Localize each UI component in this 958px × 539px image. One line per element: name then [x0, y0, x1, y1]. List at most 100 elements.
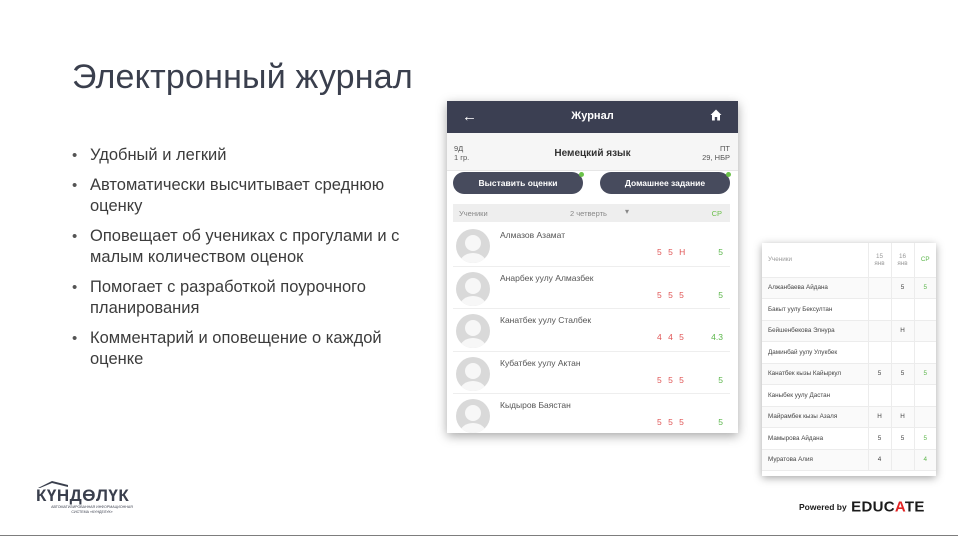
student-average: 5: [718, 289, 723, 300]
grade-cell[interactable]: [867, 341, 891, 364]
educate-brand: EDUCATE: [851, 498, 925, 515]
journal-phone-screen: ← Журнал 9Д 1 гр. Немецкий язык ПТ 29, Н…: [447, 101, 738, 433]
student-name: Анарбек уулу Алмазбек: [500, 272, 594, 283]
grades-table-header: Ученики 2 четверть ▾ СР: [453, 204, 730, 222]
student-row[interactable]: Алмазов Азамат 5 5 Н 5: [453, 224, 730, 267]
grade-cell[interactable]: [867, 298, 891, 321]
feature-item: Автоматически высчитывает среднюю оценку: [70, 175, 430, 217]
student-row[interactable]: Анарбек уулу Алмазбек 5 5 5 5: [453, 267, 730, 309]
avatar-icon: [456, 314, 490, 348]
grade-cell[interactable]: [890, 449, 914, 471]
student-average: 5: [718, 247, 723, 257]
feature-item: Помогает с разработкой поурочного планир…: [70, 277, 430, 319]
grade-cell[interactable]: Н: [890, 406, 914, 428]
table-row: Бейшенбекова Элнура Н: [762, 320, 936, 342]
student-grades: 5 5 5: [657, 374, 684, 385]
avatar-icon: [456, 271, 490, 306]
feature-item: Комментарий и оповещение о каждой оценке: [70, 328, 430, 370]
grade-cell[interactable]: 5: [890, 277, 914, 299]
date-day: 15: [875, 252, 883, 260]
grades-table-card: Ученики 15 янв 16 янв СР Алжанбаева Айда…: [762, 243, 936, 476]
student-name: Каныбек уулу Дастан: [762, 384, 868, 407]
lesson-date: ПТ 29, НБР: [702, 144, 730, 162]
grade-cell[interactable]: [890, 298, 914, 321]
powered-by-educate: Powered by EDUCATE: [799, 498, 925, 516]
avatar-icon: [456, 229, 490, 263]
set-grades-button[interactable]: Выставить оценки: [453, 172, 584, 194]
student-row[interactable]: Кыдыров Баястан 5 5 5 5: [453, 394, 730, 433]
grade-cell[interactable]: 4: [867, 449, 891, 471]
homework-label: Домашнее задание: [624, 178, 706, 188]
date-column-header[interactable]: 16 янв: [890, 243, 914, 278]
powered-by-label: Powered by: [799, 501, 847, 512]
students-column-header: Ученики: [459, 209, 488, 218]
average-cell: 5: [913, 427, 936, 450]
average-cell: [913, 406, 936, 428]
grade-cell[interactable]: 5: [890, 363, 914, 385]
student-grades: 5 5 5: [657, 417, 684, 427]
date-month: янв: [897, 259, 908, 267]
grade-cell[interactable]: [867, 384, 891, 407]
average-cell: 5: [913, 277, 936, 299]
homework-button[interactable]: Домашнее задание: [600, 172, 731, 194]
student-name: Алжанбаева Айдана: [762, 277, 868, 299]
home-icon[interactable]: [710, 109, 722, 121]
chevron-down-icon[interactable]: ▾: [625, 207, 629, 216]
feature-item: Оповещает об учениках с прогулами и с ма…: [70, 226, 430, 268]
average-cell: [913, 320, 936, 342]
student-grades: 5 5 5: [657, 289, 684, 300]
student-name: Муратова Алия: [762, 449, 868, 471]
table-row: Канатбек кызы Кайыркул 5 5 5: [762, 363, 936, 385]
grades-table: Ученики 15 янв 16 янв СР Алжанбаева Айда…: [762, 243, 936, 471]
student-name: Кубатбек уулу Актан: [500, 357, 581, 368]
student-name: Бейшенбекова Элнура: [762, 320, 868, 342]
slide-title: Электронный журнал: [72, 58, 413, 96]
quarter-select[interactable]: 2 четверть: [570, 209, 607, 218]
average-cell: [913, 341, 936, 364]
average-cell: 5: [913, 363, 936, 385]
feature-item: Удобный и легкий: [70, 145, 430, 166]
student-grades: 5 5 Н: [657, 247, 686, 257]
grade-cell[interactable]: 5: [867, 427, 891, 450]
logo-subtitle-line: СИСТЕМА «КУНДЕЛУК»: [71, 509, 113, 514]
app-bar: ← Журнал: [447, 101, 738, 133]
footer-divider: [0, 535, 958, 536]
logo-subtitle-line: АВТОМАТИЗИРОВАННАЯ ИНФОРМАЦИОННАЯ: [51, 505, 133, 509]
table-row: Мамырова Айдана 5 5 5: [762, 427, 936, 450]
student-row[interactable]: Канатбек уулу Сталбек 4 4 5 4.3: [453, 309, 730, 352]
grade-cell[interactable]: [867, 277, 891, 299]
grade-cell[interactable]: [867, 320, 891, 342]
lesson-header: 9Д 1 гр. Немецкий язык ПТ 29, НБР: [447, 133, 738, 171]
average-cell: [913, 298, 936, 321]
table-row: Алжанбаева Айдана 5 5: [762, 277, 936, 299]
student-list: Алмазов Азамат 5 5 Н 5 Анарбек уулу Алма…: [453, 224, 730, 433]
table-row: Даминбай уулу Улукбек: [762, 341, 936, 364]
day-of-week: ПТ: [720, 144, 730, 153]
brand-accent: A: [894, 498, 905, 516]
average-cell: [913, 384, 936, 407]
status-dot-icon: [726, 172, 731, 177]
grade-cell[interactable]: [890, 341, 914, 364]
students-column-header: Ученики: [762, 243, 868, 278]
date-month: янв: [874, 259, 885, 267]
table-header-row: Ученики 15 янв 16 янв СР: [762, 243, 936, 278]
student-name: Мамырова Айдана: [762, 427, 868, 450]
grade-cell[interactable]: Н: [867, 406, 891, 428]
average-column-header: СР: [711, 209, 722, 218]
student-average: 5: [718, 374, 723, 385]
grade-cell[interactable]: Н: [890, 320, 914, 342]
grade-cell[interactable]: 5: [890, 427, 914, 450]
average-column-header: СР: [913, 243, 936, 278]
set-grades-label: Выставить оценки: [478, 178, 558, 188]
student-name: Майрамбек кызы Азаля: [762, 406, 868, 428]
brand-part: TE: [904, 498, 925, 516]
feature-list: Удобный и легкий Автоматически высчитыва…: [70, 145, 430, 379]
date-column-header[interactable]: 15 янв: [867, 243, 891, 278]
grade-cell[interactable]: 5: [867, 363, 891, 385]
student-name: Даминбай уулу Улукбек: [762, 341, 868, 364]
student-name: Канатбек кызы Кайыркул: [762, 363, 868, 385]
student-row[interactable]: Кубатбек уулу Актан 5 5 5 5: [453, 352, 730, 394]
grade-cell[interactable]: [890, 384, 914, 407]
average-cell: 4: [913, 449, 936, 471]
table-row: Майрамбек кызы Азаля Н Н: [762, 406, 936, 428]
